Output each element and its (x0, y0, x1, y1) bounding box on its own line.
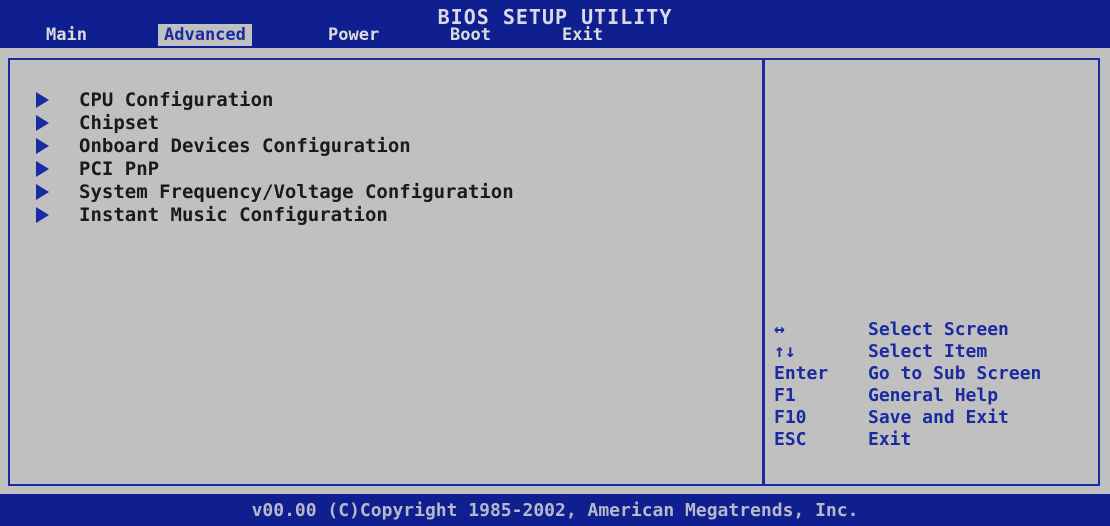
help-key: Enter (774, 362, 829, 384)
help-row: Enter Go to Sub Screen (774, 362, 1041, 384)
submenu-arrow-icon (36, 114, 49, 131)
help-desc: Select Item (868, 340, 988, 362)
submenu-arrow-icon (36, 137, 49, 154)
tab-exit[interactable]: Exit (556, 24, 609, 46)
submenu-arrow-icon (36, 183, 49, 200)
help-desc: Exit (868, 428, 912, 450)
panel-divider (762, 58, 765, 486)
help-key: ESC (774, 428, 807, 450)
menu-item-instant-music[interactable]: Instant Music Configuration (36, 203, 514, 226)
help-key: F10 (774, 406, 807, 428)
submenu-arrow-icon (36, 160, 49, 177)
menu-item-system-frequency-voltage[interactable]: System Frequency/Voltage Configuration (36, 180, 514, 203)
help-key: F1 (774, 384, 796, 406)
menu-item-label: System Frequency/Voltage Configuration (79, 180, 514, 203)
help-row: ↔ Select Screen (774, 318, 1041, 340)
help-legend: ↔ Select Screen ↑↓ Select Item Enter Go … (774, 318, 1041, 450)
tab-power[interactable]: Power (322, 24, 385, 46)
submenu-arrow-icon (36, 206, 49, 223)
menu-item-label: Onboard Devices Configuration (79, 134, 411, 157)
menu-item-label: Chipset (79, 111, 160, 134)
help-key: ↑↓ (774, 340, 796, 362)
menu-item-label: Instant Music Configuration (79, 203, 388, 226)
help-row: ESC Exit (774, 428, 1041, 450)
advanced-menu: CPU Configuration Chipset Onboard Device… (36, 88, 514, 226)
menu-item-chipset[interactable]: Chipset (36, 111, 514, 134)
copyright-text: v00.00 (C)Copyright 1985-2002, American … (251, 500, 859, 521)
main-panel: CPU Configuration Chipset Onboard Device… (0, 48, 1110, 494)
help-row: F10 Save and Exit (774, 406, 1041, 428)
menu-item-cpu-configuration[interactable]: CPU Configuration (36, 88, 514, 111)
menu-item-pci-pnp[interactable]: PCI PnP (36, 157, 514, 180)
help-desc: Select Screen (868, 318, 1009, 340)
tab-advanced[interactable]: Advanced (158, 24, 252, 46)
header-bar: BIOS SETUP UTILITY Main Advanced Power B… (0, 0, 1110, 48)
menu-item-onboard-devices[interactable]: Onboard Devices Configuration (36, 134, 514, 157)
menu-item-label: PCI PnP (79, 157, 160, 180)
help-row: F1 General Help (774, 384, 1041, 406)
tab-main[interactable]: Main (40, 24, 93, 46)
submenu-arrow-icon (36, 91, 49, 108)
help-desc: General Help (868, 384, 999, 406)
help-row: ↑↓ Select Item (774, 340, 1041, 362)
menu-item-label: CPU Configuration (79, 88, 274, 111)
help-desc: Go to Sub Screen (868, 362, 1042, 384)
tab-boot[interactable]: Boot (444, 24, 497, 46)
footer-bar: v00.00 (C)Copyright 1985-2002, American … (0, 494, 1110, 526)
help-key: ↔ (774, 318, 785, 340)
help-desc: Save and Exit (868, 406, 1009, 428)
